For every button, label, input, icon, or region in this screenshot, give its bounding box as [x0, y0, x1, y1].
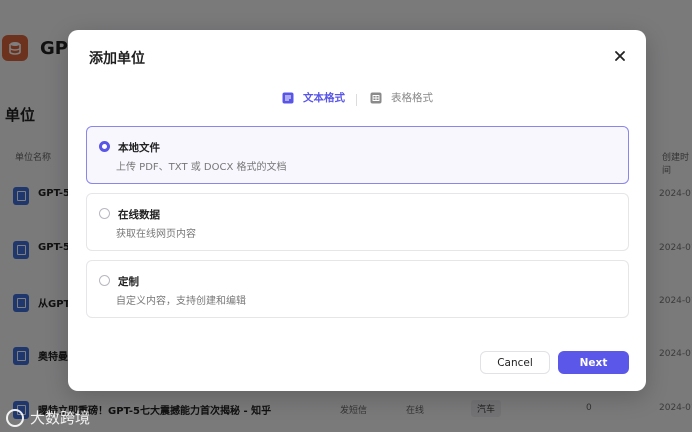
text-document-icon [282, 92, 294, 103]
watermark-text: 大数跨境 [30, 409, 91, 427]
tab-label: 表格格式 [391, 92, 433, 104]
radio-button[interactable] [99, 141, 110, 152]
option-title: 定制 [118, 276, 139, 288]
watermark: 大数跨境 [6, 407, 90, 428]
radio-button[interactable] [99, 275, 110, 286]
tab-label: 文本格式 [303, 92, 345, 104]
option-online-data[interactable]: 在线数据 获取在线网页内容 [86, 193, 629, 251]
cancel-button[interactable]: Cancel [480, 351, 550, 374]
watermark-logo-icon [6, 408, 24, 427]
option-local-file[interactable]: 本地文件 上传 PDF、TXT 或 DOCX 格式的文档 [86, 126, 629, 184]
format-tabs: 文本格式 表格格式 [68, 90, 646, 110]
option-custom[interactable]: 定制 自定义内容，支持创建和编辑 [86, 260, 629, 318]
add-unit-dialog: 添加单位 文本格式 表格格式 本地文件 上传 PDF、TXT 或 DOCX 格式… [68, 30, 646, 391]
dialog-title: 添加单位 [89, 51, 145, 67]
close-icon [615, 51, 625, 61]
tab-divider [356, 94, 357, 106]
tab-text-format[interactable]: 文本格式 [282, 90, 345, 105]
option-title: 本地文件 [118, 142, 160, 154]
option-description: 上传 PDF、TXT 或 DOCX 格式的文档 [116, 162, 287, 173]
radio-button[interactable] [99, 208, 110, 219]
next-button[interactable]: Next [558, 351, 629, 374]
tab-table-format[interactable]: 表格格式 [370, 90, 433, 105]
table-icon [370, 92, 382, 103]
option-description: 获取在线网页内容 [116, 229, 196, 240]
close-button[interactable] [610, 46, 630, 66]
option-description: 自定义内容，支持创建和编辑 [116, 296, 246, 307]
option-title: 在线数据 [118, 209, 160, 221]
